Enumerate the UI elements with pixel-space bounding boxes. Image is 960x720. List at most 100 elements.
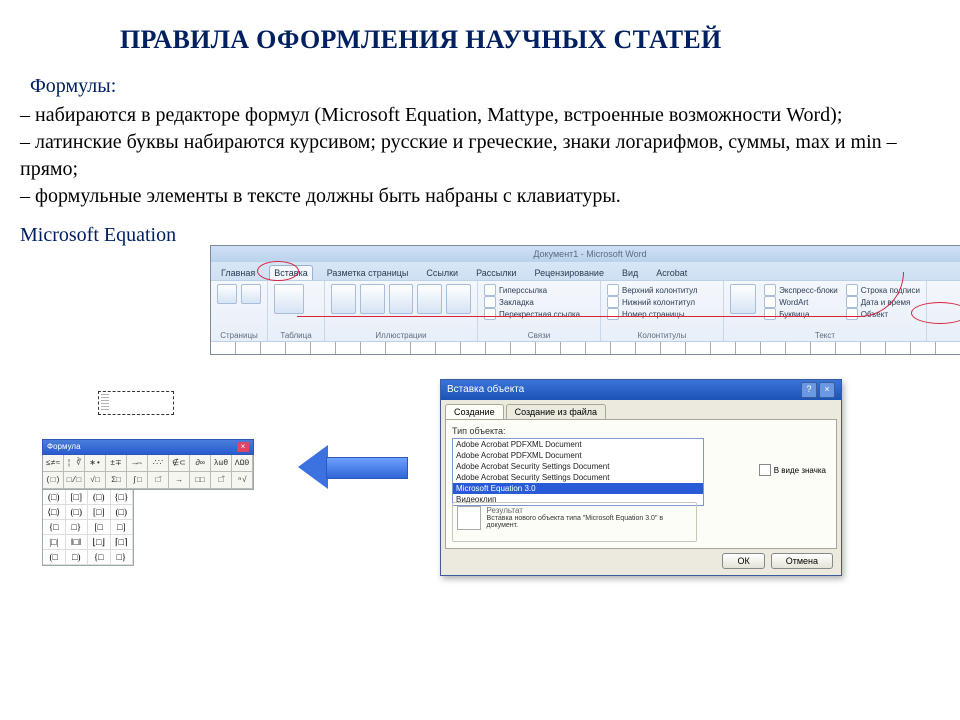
- tab-vstavka[interactable]: Вставка: [269, 265, 312, 280]
- object-button[interactable]: Объект: [846, 308, 920, 320]
- sym-cell[interactable]: (□): [111, 505, 134, 520]
- tab-create-from-file[interactable]: Создание из файла: [506, 404, 606, 419]
- picture-icon[interactable]: [331, 284, 356, 314]
- sym-cell[interactable]: (□): [88, 490, 111, 505]
- eq-cell[interactable]: ≤≠≈: [43, 455, 64, 472]
- list-item-selected[interactable]: Microsoft Equation 3.0: [453, 483, 703, 494]
- clipart-icon[interactable]: [360, 284, 385, 314]
- list-item[interactable]: Adobe Acrobat Security Settings Document: [453, 461, 703, 472]
- dialog-title: Вставка объекта: [447, 380, 524, 400]
- sym-cell[interactable]: ⌊□⌋: [88, 535, 111, 550]
- chart-icon[interactable]: [446, 284, 471, 314]
- datetime-button[interactable]: Дата и время: [846, 296, 920, 308]
- body-line-1: – набираются в редакторе формул (Microso…: [20, 102, 930, 129]
- tab-refs[interactable]: Ссылки: [422, 266, 462, 280]
- sym-cell[interactable]: (□): [66, 505, 89, 520]
- close-icon[interactable]: ×: [819, 382, 835, 398]
- tab-home[interactable]: Главная: [217, 266, 259, 280]
- list-item[interactable]: Adobe Acrobat PDFXML Document: [453, 450, 703, 461]
- eq-cell[interactable]: ∫□: [127, 472, 148, 489]
- sym-cell[interactable]: ⌈□⌉: [111, 535, 134, 550]
- eq-cell[interactable]: ∴∵: [148, 455, 169, 472]
- crossref-button[interactable]: Перекрестная ссылка: [484, 308, 594, 320]
- eq-cell[interactable]: ∉⊂: [169, 455, 190, 472]
- word-titlebar: Документ1 - Microsoft Word: [211, 246, 960, 262]
- object-type-listbox[interactable]: Adobe Acrobat PDFXML Document Adobe Acro…: [452, 438, 704, 506]
- sym-cell[interactable]: □}: [66, 520, 89, 535]
- eq-cell[interactable]: ¦ ∛: [64, 455, 85, 472]
- result-box: Результат Вставка нового объекта типа "M…: [452, 502, 697, 542]
- list-item[interactable]: Adobe Acrobat PDFXML Document: [453, 439, 703, 450]
- result-icon: [457, 506, 481, 530]
- equation-toolbar-title: Формула: [47, 440, 81, 454]
- tab-create-new[interactable]: Создание: [445, 404, 504, 419]
- shapes-icon[interactable]: [389, 284, 414, 314]
- tab-view[interactable]: Вид: [618, 266, 642, 280]
- tab-layout[interactable]: Разметка страницы: [323, 266, 413, 280]
- smartart-icon[interactable]: [417, 284, 442, 314]
- word-ribbon-screenshot: Документ1 - Microsoft Word Главная Встав…: [210, 245, 960, 355]
- sym-cell[interactable]: {□: [88, 550, 111, 565]
- textbox-icon[interactable]: [730, 284, 756, 314]
- eq-cell[interactable]: ⁿ√: [232, 472, 253, 489]
- ok-button[interactable]: ОК: [722, 553, 764, 569]
- sigline-button[interactable]: Строка подписи: [846, 284, 920, 296]
- eq-cell[interactable]: ±∓: [106, 455, 127, 472]
- eq-cell[interactable]: □□: [190, 472, 211, 489]
- eq-cell[interactable]: ∗•: [85, 455, 106, 472]
- sym-cell[interactable]: [□]: [88, 505, 111, 520]
- eq-cell[interactable]: ΛΩΘ: [232, 455, 253, 472]
- eq-cell[interactable]: →⇔: [127, 455, 148, 472]
- sym-cell[interactable]: |□|: [43, 535, 66, 550]
- sym-cell[interactable]: □]: [111, 520, 134, 535]
- eq-cell[interactable]: □̂: [211, 472, 232, 489]
- insert-object-dialog: Вставка объекта ? × Создание Создание из…: [440, 379, 842, 576]
- sym-cell[interactable]: [□]: [66, 490, 89, 505]
- page-title: ПРАВИЛА ОФОРМЛЕНИЯ НАУЧНЫХ СТАТЕЙ: [120, 25, 940, 55]
- wordart-button[interactable]: WordArt: [764, 296, 838, 308]
- dropcap-button[interactable]: Буквица: [764, 308, 838, 320]
- eq-cell[interactable]: □/□: [64, 472, 85, 489]
- equation-bracket-palette: (□) [□] (□) {□} ⟨□⟩ (□) [□] (□) {□ □} [□…: [42, 490, 134, 566]
- sym-cell[interactable]: ‖□‖: [66, 535, 89, 550]
- body-line-3: – формульные элементы в тексте должны бы…: [20, 183, 930, 210]
- quickparts-button[interactable]: Экспресс-блоки: [764, 284, 838, 296]
- sym-cell[interactable]: [□: [88, 520, 111, 535]
- hyperlink-button[interactable]: Гиперссылка: [484, 284, 594, 296]
- eq-cell[interactable]: Σ□: [106, 472, 127, 489]
- sym-cell[interactable]: (□: [43, 550, 66, 565]
- formula-placeholder-image: [98, 391, 174, 415]
- ribbon-tabs: Главная Вставка Разметка страницы Ссылки…: [211, 262, 960, 280]
- cancel-button[interactable]: Отмена: [771, 553, 833, 569]
- sym-cell[interactable]: {□}: [111, 490, 134, 505]
- close-icon[interactable]: ×: [237, 442, 249, 452]
- tab-acrobat[interactable]: Acrobat: [652, 266, 691, 280]
- object-type-label: Тип объекта:: [452, 426, 830, 436]
- sym-cell[interactable]: □}: [111, 550, 134, 565]
- ruler: [211, 341, 960, 354]
- header-button[interactable]: Верхний колонтитул: [607, 284, 717, 296]
- sym-cell[interactable]: □): [66, 550, 89, 565]
- eq-cell[interactable]: ∂∞: [190, 455, 211, 472]
- eq-cell[interactable]: λωθ: [211, 455, 232, 472]
- equation-toolbar-screenshot: Формула × ≤≠≈ ¦ ∛ ∗• ±∓ →⇔ ∴∵ ∉⊂ ∂∞ λωθ …: [42, 439, 254, 566]
- list-item[interactable]: Adobe Acrobat Security Settings Document: [453, 472, 703, 483]
- bookmark-button[interactable]: Закладка: [484, 296, 594, 308]
- group-hf: Колонтитулы: [607, 331, 717, 340]
- tab-mail[interactable]: Рассылки: [472, 266, 520, 280]
- eq-cell[interactable]: □̄: [148, 472, 169, 489]
- section-subhead: Формулы:: [30, 75, 940, 98]
- tab-review[interactable]: Рецензирование: [530, 266, 608, 280]
- eq-cell[interactable]: (□): [43, 472, 64, 489]
- help-icon[interactable]: ?: [801, 382, 817, 398]
- eq-cell[interactable]: √□: [85, 472, 106, 489]
- sym-cell[interactable]: {□: [43, 520, 66, 535]
- eq-cell[interactable]: →: [169, 472, 190, 489]
- footer-button[interactable]: Нижний колонтитул: [607, 296, 717, 308]
- group-illustrations: Иллюстрации: [331, 331, 471, 340]
- table-icon[interactable]: [274, 284, 304, 314]
- pagenum-button[interactable]: Номер страницы: [607, 308, 717, 320]
- sym-cell[interactable]: ⟨□⟩: [43, 505, 66, 520]
- as-icon-checkbox[interactable]: В виде значка: [759, 464, 826, 476]
- sym-cell[interactable]: (□): [43, 490, 66, 505]
